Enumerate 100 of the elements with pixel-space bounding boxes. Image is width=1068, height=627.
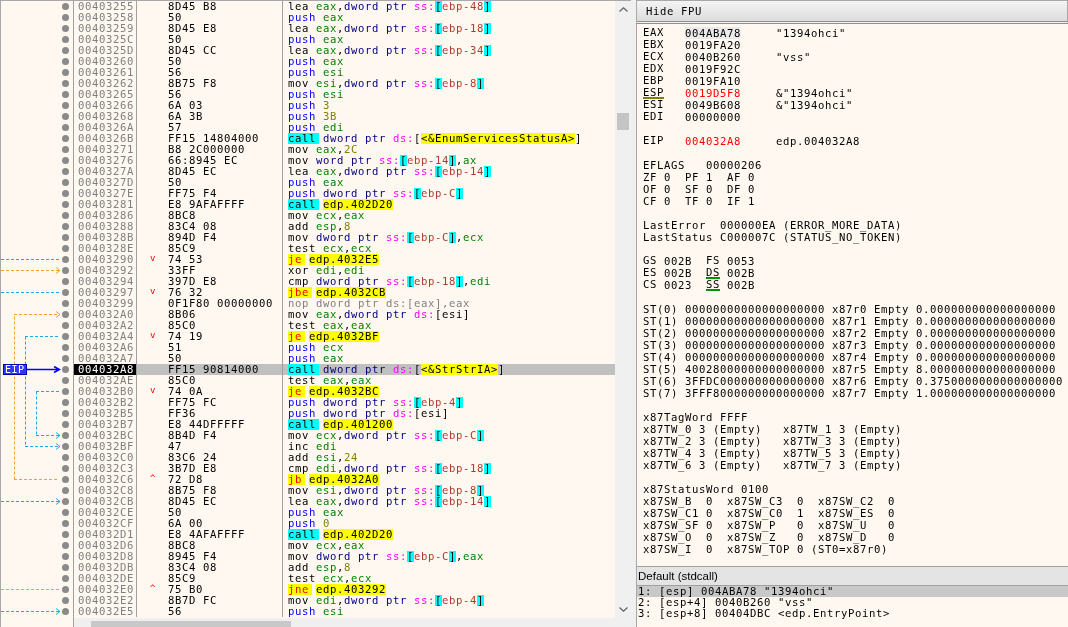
register-value[interactable]: 0019F92C <box>685 63 741 75</box>
register-value[interactable]: 3 <box>839 459 846 471</box>
hide-fpu-button[interactable]: Hide FPU <box>636 1 1068 24</box>
breakpoint-dot-icon[interactable] <box>62 564 69 571</box>
breakpoint-dot-icon[interactable] <box>62 36 69 43</box>
register-value[interactable]: 1 <box>797 507 804 519</box>
breakpoint-dot-icon[interactable] <box>62 212 69 219</box>
register-value[interactable]: 3 <box>699 459 706 471</box>
breakpoint-dot-icon[interactable] <box>62 58 69 65</box>
breakpoint-dot-icon[interactable] <box>62 311 69 318</box>
register-raw-value[interactable]: 00000000000000000000 <box>685 351 825 363</box>
register-value[interactable]: 002B <box>727 279 755 291</box>
breakpoint-dot-icon[interactable] <box>62 234 69 241</box>
breakpoint-dot-icon[interactable] <box>62 520 69 527</box>
register-value[interactable]: 0 <box>888 495 895 507</box>
breakpoint-dot-icon[interactable] <box>62 388 69 395</box>
breakpoint-dot-icon[interactable] <box>62 421 69 428</box>
register-value[interactable]: FFFF <box>720 411 748 423</box>
register-value[interactable]: 3 <box>699 435 706 447</box>
register-value[interactable]: 3 <box>699 447 706 459</box>
breakpoint-dot-icon[interactable] <box>62 553 69 560</box>
breakpoint-dot-icon[interactable] <box>62 333 69 340</box>
breakpoint-dot-icon[interactable] <box>62 3 69 10</box>
breakpoint-dot-icon[interactable] <box>62 531 69 538</box>
breakpoint-dot-icon[interactable] <box>62 432 69 439</box>
register-value[interactable]: 0040B260 <box>685 51 741 63</box>
register-value[interactable]: 3 <box>699 423 706 435</box>
disassembly-row[interactable]: 004032A8 FF15 90814000 call dword ptr ds:[<&StrStrIA>] <box>74 364 615 375</box>
breakpoint-dot-icon[interactable] <box>62 542 69 549</box>
breakpoint-dot-icon[interactable] <box>62 256 69 263</box>
breakpoint-dot-icon[interactable] <box>62 278 69 285</box>
breakpoint-dot-icon[interactable] <box>62 47 69 54</box>
flag-value[interactable]: 0 <box>748 183 755 195</box>
scroll-down-icon[interactable] <box>618 607 628 612</box>
breakpoint-dot-icon[interactable] <box>62 608 69 615</box>
register-value[interactable]: 0019FA20 <box>685 39 741 51</box>
register-value[interactable]: C000007C <box>720 231 776 243</box>
scrollbar-thumb[interactable] <box>617 113 629 130</box>
breakpoint-dot-icon[interactable] <box>62 476 69 483</box>
register-value[interactable]: 0023 <box>664 279 692 291</box>
register-value[interactable]: 0 <box>797 531 804 543</box>
register-value[interactable]: 3 <box>839 435 846 447</box>
breakpoint-dot-icon[interactable] <box>62 586 69 593</box>
breakpoint-dot-icon[interactable] <box>62 300 69 307</box>
register-value[interactable]: 0019D5F8 <box>685 87 741 99</box>
register-value[interactable]: 3 <box>839 447 846 459</box>
scrollbar-thumb[interactable] <box>91 621 291 627</box>
register-value[interactable]: 002B <box>664 255 692 267</box>
register-value[interactable]: 00000206 <box>706 159 762 171</box>
register-value[interactable]: 00000000 <box>685 111 741 123</box>
breakpoint-dot-icon[interactable] <box>62 267 69 274</box>
register-raw-value[interactable]: 3FFDC000000000000000 <box>685 375 825 387</box>
register-raw-value[interactable]: 00000000000000000000 <box>685 327 825 339</box>
breakpoint-dot-icon[interactable] <box>62 344 69 351</box>
breakpoint-dot-icon[interactable] <box>62 355 69 362</box>
flag-value[interactable]: 0 <box>664 171 671 183</box>
register-raw-value[interactable]: 00000000000000000000 <box>685 303 825 315</box>
breakpoint-dot-icon[interactable] <box>62 102 69 109</box>
register-value[interactable]: 004ABA78 <box>685 27 741 39</box>
flag-value[interactable]: 0 <box>706 183 713 195</box>
register-value[interactable]: 002B <box>664 267 692 279</box>
register-raw-value[interactable]: 00000000000000000000 <box>685 339 825 351</box>
register-value[interactable]: 0 <box>706 507 713 519</box>
register-value[interactable]: 0 <box>888 531 895 543</box>
breakpoint-dot-icon[interactable] <box>62 69 69 76</box>
breakpoint-dot-icon[interactable] <box>62 289 69 296</box>
register-value[interactable]: 0019FA10 <box>685 75 741 87</box>
breakpoint-dot-icon[interactable] <box>62 498 69 505</box>
register-value[interactable]: 0 <box>888 519 895 531</box>
register-value[interactable]: 0 <box>797 519 804 531</box>
register-value[interactable]: 0 <box>706 531 713 543</box>
horizontal-scrollbar[interactable] <box>74 618 631 627</box>
breakpoint-dot-icon[interactable] <box>62 487 69 494</box>
breakpoint-dot-icon[interactable] <box>62 135 69 142</box>
register-value[interactable]: 0 <box>706 495 713 507</box>
breakpoint-dot-icon[interactable] <box>62 443 69 450</box>
register-raw-value[interactable]: 3FFF8000000000000000 <box>685 387 825 399</box>
calling-convention-selector[interactable]: Default (stdcall) <box>636 566 1068 586</box>
breakpoint-dot-icon[interactable] <box>62 190 69 197</box>
flag-value[interactable]: 1 <box>748 195 755 207</box>
flag-value[interactable]: 0 <box>748 171 755 183</box>
breakpoint-dot-icon[interactable] <box>62 410 69 417</box>
breakpoint-dot-icon[interactable] <box>62 399 69 406</box>
breakpoint-dot-icon[interactable] <box>62 509 69 516</box>
breakpoint-dot-icon[interactable] <box>62 575 69 582</box>
register-value[interactable]: 0 <box>888 507 895 519</box>
register-value[interactable]: 0053 <box>727 255 755 267</box>
scroll-up-icon[interactable] <box>618 7 628 12</box>
breakpoint-dot-icon[interactable] <box>62 124 69 131</box>
register-value[interactable]: 0049B608 <box>685 99 741 111</box>
breakpoint-dot-icon[interactable] <box>62 454 69 461</box>
breakpoint-dot-icon[interactable] <box>62 465 69 472</box>
breakpoint-dot-icon[interactable] <box>62 80 69 87</box>
register-value[interactable]: 0 <box>706 519 713 531</box>
breakpoint-dot-icon[interactable] <box>62 14 69 21</box>
breakpoint-dot-icon[interactable] <box>62 168 69 175</box>
breakpoint-dot-icon[interactable] <box>62 91 69 98</box>
flag-value[interactable]: 1 <box>706 171 713 183</box>
register-value[interactable]: 0 <box>797 495 804 507</box>
breakpoint-dot-icon[interactable] <box>62 146 69 153</box>
